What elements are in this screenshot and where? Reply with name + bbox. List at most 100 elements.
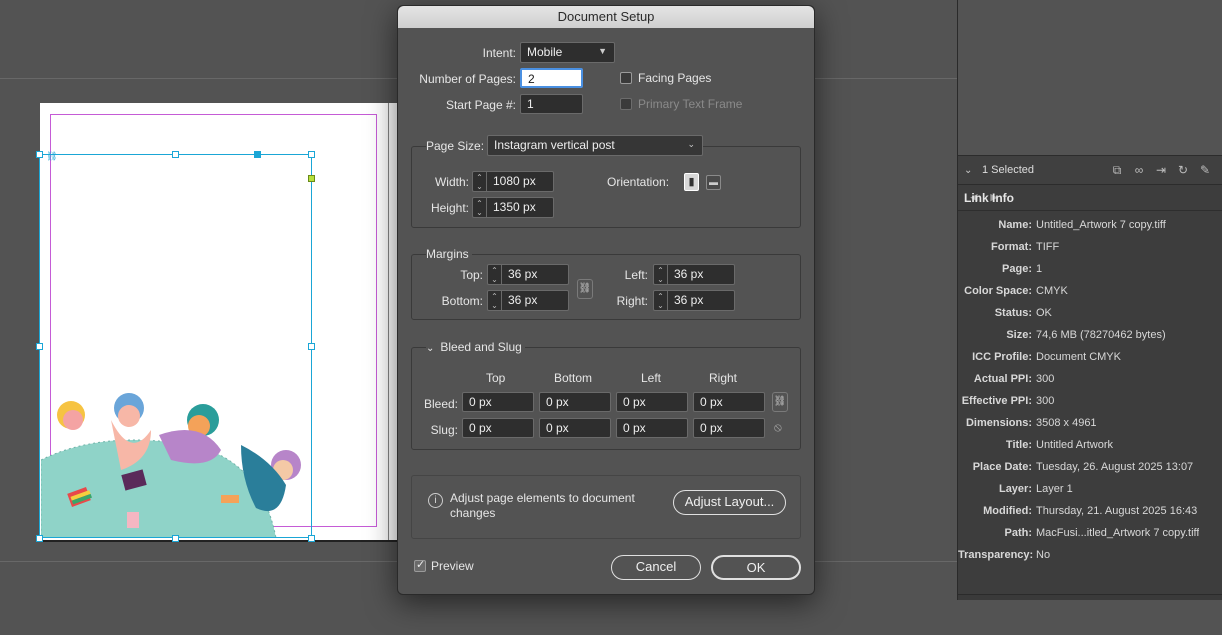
margin-top-stepper[interactable]: ⌃ ⌄ 36 px <box>487 264 569 285</box>
page-size-label: Page Size: <box>426 139 488 153</box>
primary-text-frame-checkbox[interactable] <box>620 98 632 110</box>
bleed-label: Bleed: <box>423 397 458 411</box>
link-info-key: Name: <box>998 219 1032 231</box>
stepper-arrows-icon[interactable]: ⌃ ⌄ <box>473 172 487 191</box>
frame-handle-top-right[interactable] <box>308 151 315 158</box>
panel-resize-grip[interactable] <box>958 594 1222 600</box>
link-info-key: Effective PPI: <box>961 395 1032 407</box>
primary-text-frame-label: Primary Text Frame <box>638 97 743 111</box>
slug-bottom-input[interactable]: 0 px <box>539 418 611 438</box>
num-pages-input[interactable]: 2 <box>520 68 583 88</box>
start-page-input[interactable]: 1 <box>520 94 583 114</box>
link-info-header[interactable]: Link Info ◀ ▶ <box>958 185 1222 211</box>
landscape-orientation-icon[interactable]: ▬ <box>706 175 721 190</box>
bleed-right-input[interactable]: 0 px <box>693 392 765 412</box>
adjust-layout-button[interactable]: Adjust Layout... <box>673 490 786 515</box>
stepper-arrows-icon[interactable]: ⌃ ⌄ <box>654 291 668 310</box>
page-size-select[interactable]: Instagram vertical post ⌄ <box>487 135 703 156</box>
go-to-link-icon[interactable]: ⇥ <box>1150 163 1172 177</box>
slug-right-input[interactable]: 0 px <box>693 418 765 438</box>
margin-bottom-label: Bottom: <box>441 294 483 308</box>
facing-pages-checkbox[interactable] <box>620 72 632 84</box>
margins-group <box>411 254 801 320</box>
frame-handle-bottom-right[interactable] <box>308 535 315 542</box>
intent-select[interactable]: Mobile ▼ <box>520 42 615 63</box>
links-list-area <box>958 0 1222 155</box>
bleed-top-input[interactable]: 0 px <box>462 392 534 412</box>
height-label: Height: <box>430 201 469 215</box>
link-info-row: Page: 1 <box>958 258 1222 280</box>
link-info-row: Title: Untitled Artwork <box>958 434 1222 456</box>
margin-right-stepper[interactable]: ⌃ ⌄ 36 px <box>653 290 735 311</box>
frame-handle-corner-options[interactable] <box>308 175 315 182</box>
link-info-value: MacFusi...itled_Artwork 7 copy.tiff <box>1036 527 1200 539</box>
link-info-key: Actual PPI: <box>973 373 1032 385</box>
relink-icon[interactable]: ∞ <box>1128 163 1150 177</box>
edit-original-icon[interactable]: ✎ <box>1194 163 1216 177</box>
link-info-key: Dimensions: <box>965 417 1032 429</box>
ok-button[interactable]: OK <box>711 555 801 580</box>
bleed-bottom-input[interactable]: 0 px <box>539 392 611 412</box>
stepper-arrows-icon[interactable]: ⌃ ⌄ <box>473 198 487 217</box>
slug-left-input[interactable]: 0 px <box>616 418 688 438</box>
link-info-value: Tuesday, 26. August 2025 13:07 <box>1036 461 1194 473</box>
links-panel: ⌄ 1 Selected ⧉ ∞ ⇥ ↻ ✎ Link Info ◀ ▶ Nam… <box>957 0 1222 600</box>
chevron-down-icon[interactable]: ⌄ <box>964 165 982 176</box>
link-info-value: 1 <box>1036 263 1043 275</box>
margin-top-label: Top: <box>460 268 483 282</box>
facing-pages-label: Facing Pages <box>638 71 712 85</box>
page-size-value: Instagram vertical post <box>494 138 615 152</box>
col-right-header: Right <box>709 371 738 385</box>
link-info-row: Dimensions: 3508 x 4961 <box>958 412 1222 434</box>
slug-top-input[interactable]: 0 px <box>462 418 534 438</box>
relink-from-cc-icon[interactable]: ⧉ <box>1106 163 1128 178</box>
stepper-arrows-icon[interactable]: ⌃ ⌄ <box>654 265 668 284</box>
link-info-value: TIFF <box>1036 241 1060 253</box>
link-info-value: 300 <box>1036 395 1055 407</box>
info-icon: i <box>428 493 443 508</box>
margin-bottom-stepper[interactable]: ⌃ ⌄ 36 px <box>487 290 569 311</box>
update-link-icon[interactable]: ↻ <box>1172 163 1194 177</box>
chevron-down-icon: ⌄ <box>426 343 435 354</box>
link-chain-icon[interactable]: ⛓ <box>46 151 57 162</box>
stepper-arrows-icon[interactable]: ⌃ ⌄ <box>488 265 502 284</box>
link-info-value: 300 <box>1036 373 1055 385</box>
slug-label: Slug: <box>430 423 458 437</box>
intent-label: Intent: <box>482 46 516 60</box>
link-info-value: Layer 1 <box>1036 483 1073 495</box>
adjust-text-line1: Adjust page elements to document <box>450 491 635 505</box>
link-info-key: Path: <box>1004 527 1033 539</box>
portrait-orientation-icon[interactable]: ▮ <box>684 173 699 191</box>
margin-left-stepper[interactable]: ⌃ ⌄ 36 px <box>653 264 735 285</box>
frame-handle-bottom-left[interactable] <box>36 535 43 542</box>
stepper-arrows-icon[interactable]: ⌃ ⌄ <box>488 291 502 310</box>
cancel-button[interactable]: Cancel <box>611 555 701 580</box>
bleed-left-input[interactable]: 0 px <box>616 392 688 412</box>
preview-checkbox[interactable] <box>414 558 426 572</box>
height-value: 1350 px <box>493 200 536 214</box>
margin-right-label: Right: <box>616 294 648 308</box>
link-info-title: Link Info <box>964 190 1014 205</box>
frame-handle-top-left[interactable] <box>36 151 43 158</box>
link-info-value: 74,6 MB (78270462 bytes) <box>1036 329 1166 341</box>
frame-handle-middle-right[interactable] <box>308 343 315 350</box>
selected-count: 1 Selected <box>982 164 1034 176</box>
frame-handle-bottom-center[interactable] <box>172 535 179 542</box>
margin-left-value: 36 px <box>674 267 704 281</box>
link-info-key: ICC Profile: <box>972 351 1032 363</box>
frame-handle-top-center[interactable] <box>172 151 179 158</box>
height-stepper[interactable]: ⌃ ⌄ 1350 px <box>472 197 554 218</box>
selected-graphic-frame[interactable] <box>39 154 312 538</box>
bleed-slug-header[interactable]: ⌄ Bleed and Slug <box>426 340 525 354</box>
link-info-row: Color Space: CMYK <box>958 280 1222 302</box>
width-value: 1080 px <box>493 174 536 188</box>
link-info-value: Untitled_Artwork 7 copy.tiff <box>1036 219 1166 231</box>
adjust-text-line2: changes <box>450 506 496 520</box>
width-stepper[interactable]: ⌃ ⌄ 1080 px <box>472 171 554 192</box>
slug-unlink-icon[interactable]: ⦸ <box>774 420 782 435</box>
page-size-group <box>411 146 801 228</box>
document-setup-dialog: Document Setup Intent: Mobile ▼ Number o… <box>397 5 815 595</box>
frame-content-grabber[interactable] <box>254 151 261 158</box>
bleed-link-icon[interactable]: ⛓ <box>772 392 788 412</box>
frame-handle-middle-left[interactable] <box>36 343 43 350</box>
